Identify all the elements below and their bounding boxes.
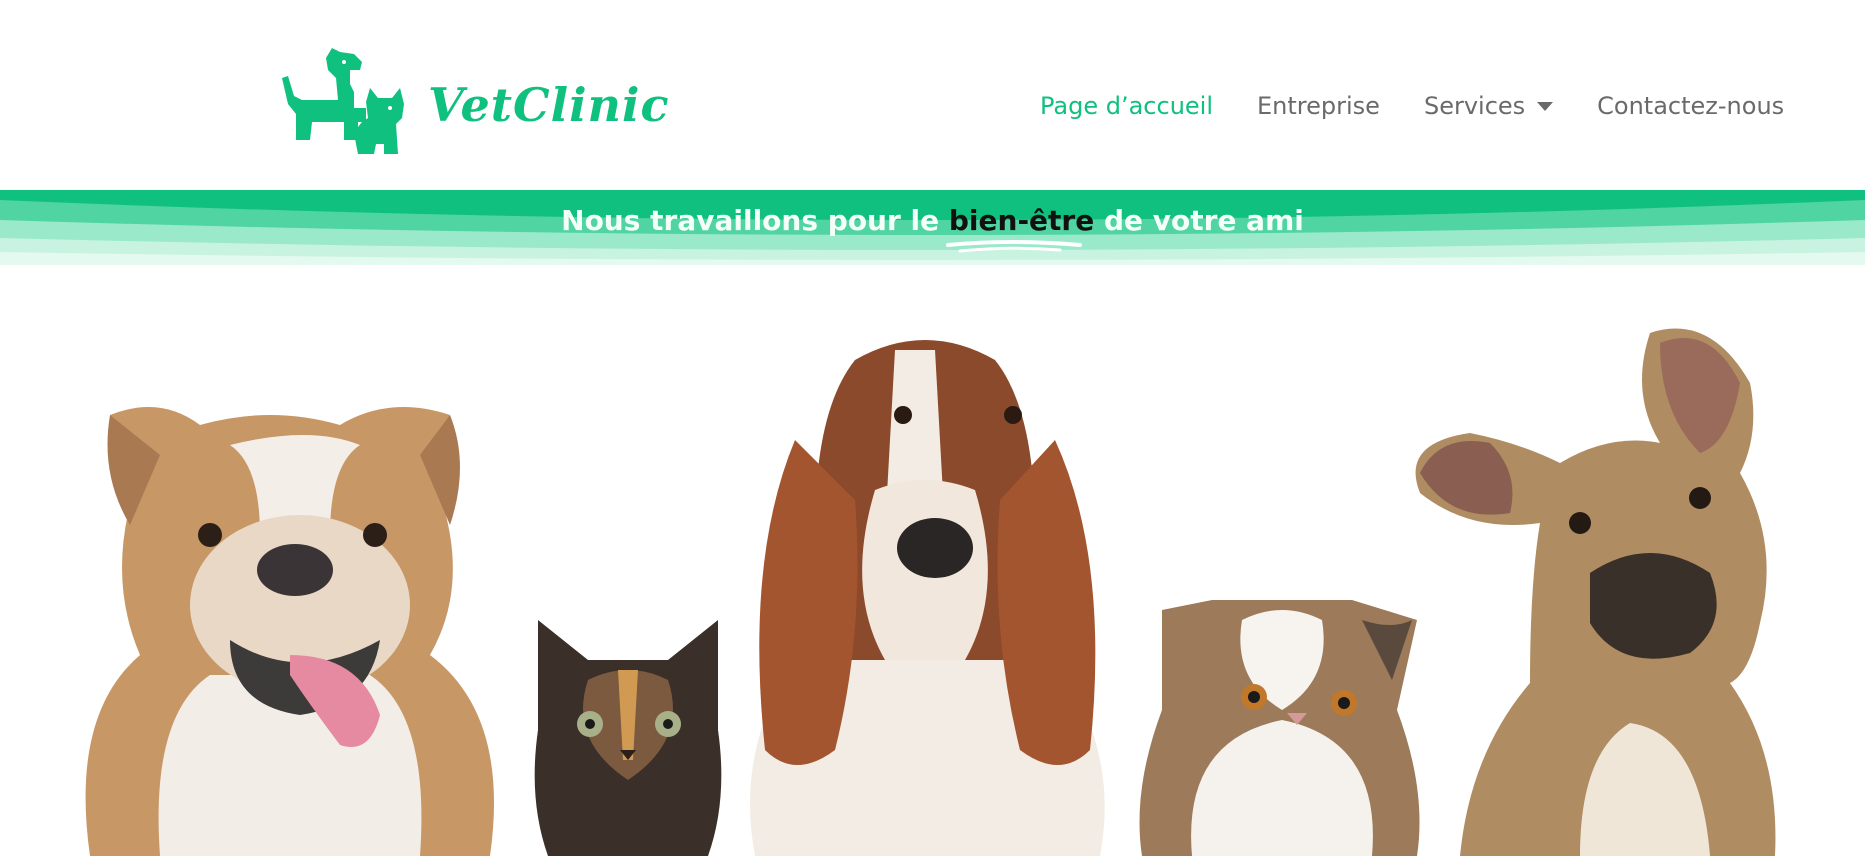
- tagline-banner: Nous travaillons pour le bien-être de vo…: [0, 190, 1865, 265]
- brand-name: VetClinic: [428, 78, 670, 132]
- exotic-cat-image: [1139, 600, 1420, 856]
- nav-item-home[interactable]: Page d’accueil: [1040, 92, 1213, 120]
- hero-pets-image: [0, 265, 1865, 856]
- nav-item-services[interactable]: Services: [1423, 92, 1554, 120]
- french-bulldog-image: [1415, 328, 1776, 856]
- logo[interactable]: VetClinic: [280, 48, 668, 156]
- nav-item-label: Services: [1423, 92, 1526, 120]
- tagline-text-before: Nous travaillons pour le: [561, 204, 949, 237]
- main-nav: Page d’accueil Entreprise Services Conta…: [1040, 86, 1784, 126]
- tagline-text-after: de votre ami: [1094, 204, 1304, 237]
- nav-item-label: Entreprise: [1257, 92, 1380, 120]
- nav-item-label: Page d’accueil: [1040, 92, 1214, 120]
- dog-cat-logo-icon: [282, 48, 404, 154]
- nav-item-label: Contactez-nous: [1597, 92, 1785, 120]
- nav-item-company[interactable]: Entreprise: [1257, 92, 1380, 120]
- kitten-image: [534, 620, 722, 856]
- tagline-highlight: bien-être: [948, 204, 1095, 237]
- nav-item-contact[interactable]: Contactez-nous: [1597, 92, 1784, 120]
- site-header: VetClinic Page d’accueil Entreprise Serv…: [0, 0, 1865, 190]
- chevron-down-icon[interactable]: [1537, 101, 1554, 111]
- basset-hound-image: [750, 340, 1105, 856]
- tagline: Nous travaillons pour le bien-être de vo…: [0, 204, 1865, 237]
- bulldog-image: [85, 407, 495, 856]
